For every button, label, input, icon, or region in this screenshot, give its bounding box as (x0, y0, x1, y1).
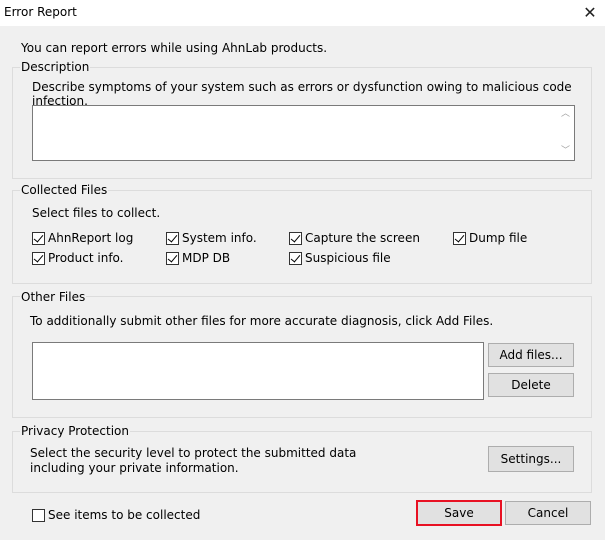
scroll-down-icon[interactable]: ﹀ (557, 143, 574, 160)
other-files-title: Other Files (20, 290, 87, 304)
checkbox-icon[interactable] (289, 252, 302, 265)
checkbox-label: Dump file (469, 231, 528, 245)
scroll-up-icon[interactable]: ︿ (557, 106, 574, 123)
delete-button[interactable]: Delete (488, 373, 574, 397)
see-items-label: See items to be collected (48, 508, 201, 522)
cancel-button[interactable]: Cancel (505, 501, 591, 525)
checkbox-icon[interactable] (32, 509, 45, 522)
checkbox-icon[interactable] (32, 252, 45, 265)
checkbox-icon[interactable] (289, 232, 302, 245)
checkbox-label: System info. (182, 231, 257, 245)
settings-button[interactable]: Settings... (488, 446, 574, 472)
window-title: Error Report (4, 5, 77, 19)
close-icon[interactable]: ✕ (580, 3, 600, 23)
privacy-text-line1: Select the security level to protect the… (30, 446, 357, 460)
other-files-hint: To additionally submit other files for m… (30, 314, 494, 328)
checkbox-icon[interactable] (166, 252, 179, 265)
checkbox-icon[interactable] (166, 232, 179, 245)
description-textarea[interactable]: ︿ ﹀ (32, 105, 575, 161)
privacy-text-line2: including your private information. (30, 461, 239, 475)
save-button[interactable]: Save (416, 500, 502, 526)
description-title: Description (20, 60, 91, 74)
checkbox-label: MDP DB (182, 251, 231, 265)
description-hint: Describe symptoms of your system such as… (32, 80, 572, 108)
checkbox-label: Product info. (48, 251, 124, 265)
add-files-button[interactable]: Add files... (488, 343, 574, 367)
checkbox-icon[interactable] (32, 232, 45, 245)
intro-text: You can report errors while using AhnLab… (21, 41, 328, 55)
checkbox-label: AhnReport log (48, 231, 134, 245)
other-files-list[interactable] (32, 342, 484, 400)
checkbox-icon[interactable] (453, 232, 466, 245)
privacy-title: Privacy Protection (20, 424, 130, 438)
collected-files-title: Collected Files (20, 183, 109, 197)
checkbox-label: Capture the screen (305, 231, 420, 245)
checkbox-label: Suspicious file (305, 251, 391, 265)
title-bar (0, 0, 605, 26)
collected-files-hint: Select files to collect. (32, 206, 161, 220)
description-scrollbar[interactable]: ︿ ﹀ (557, 106, 574, 160)
